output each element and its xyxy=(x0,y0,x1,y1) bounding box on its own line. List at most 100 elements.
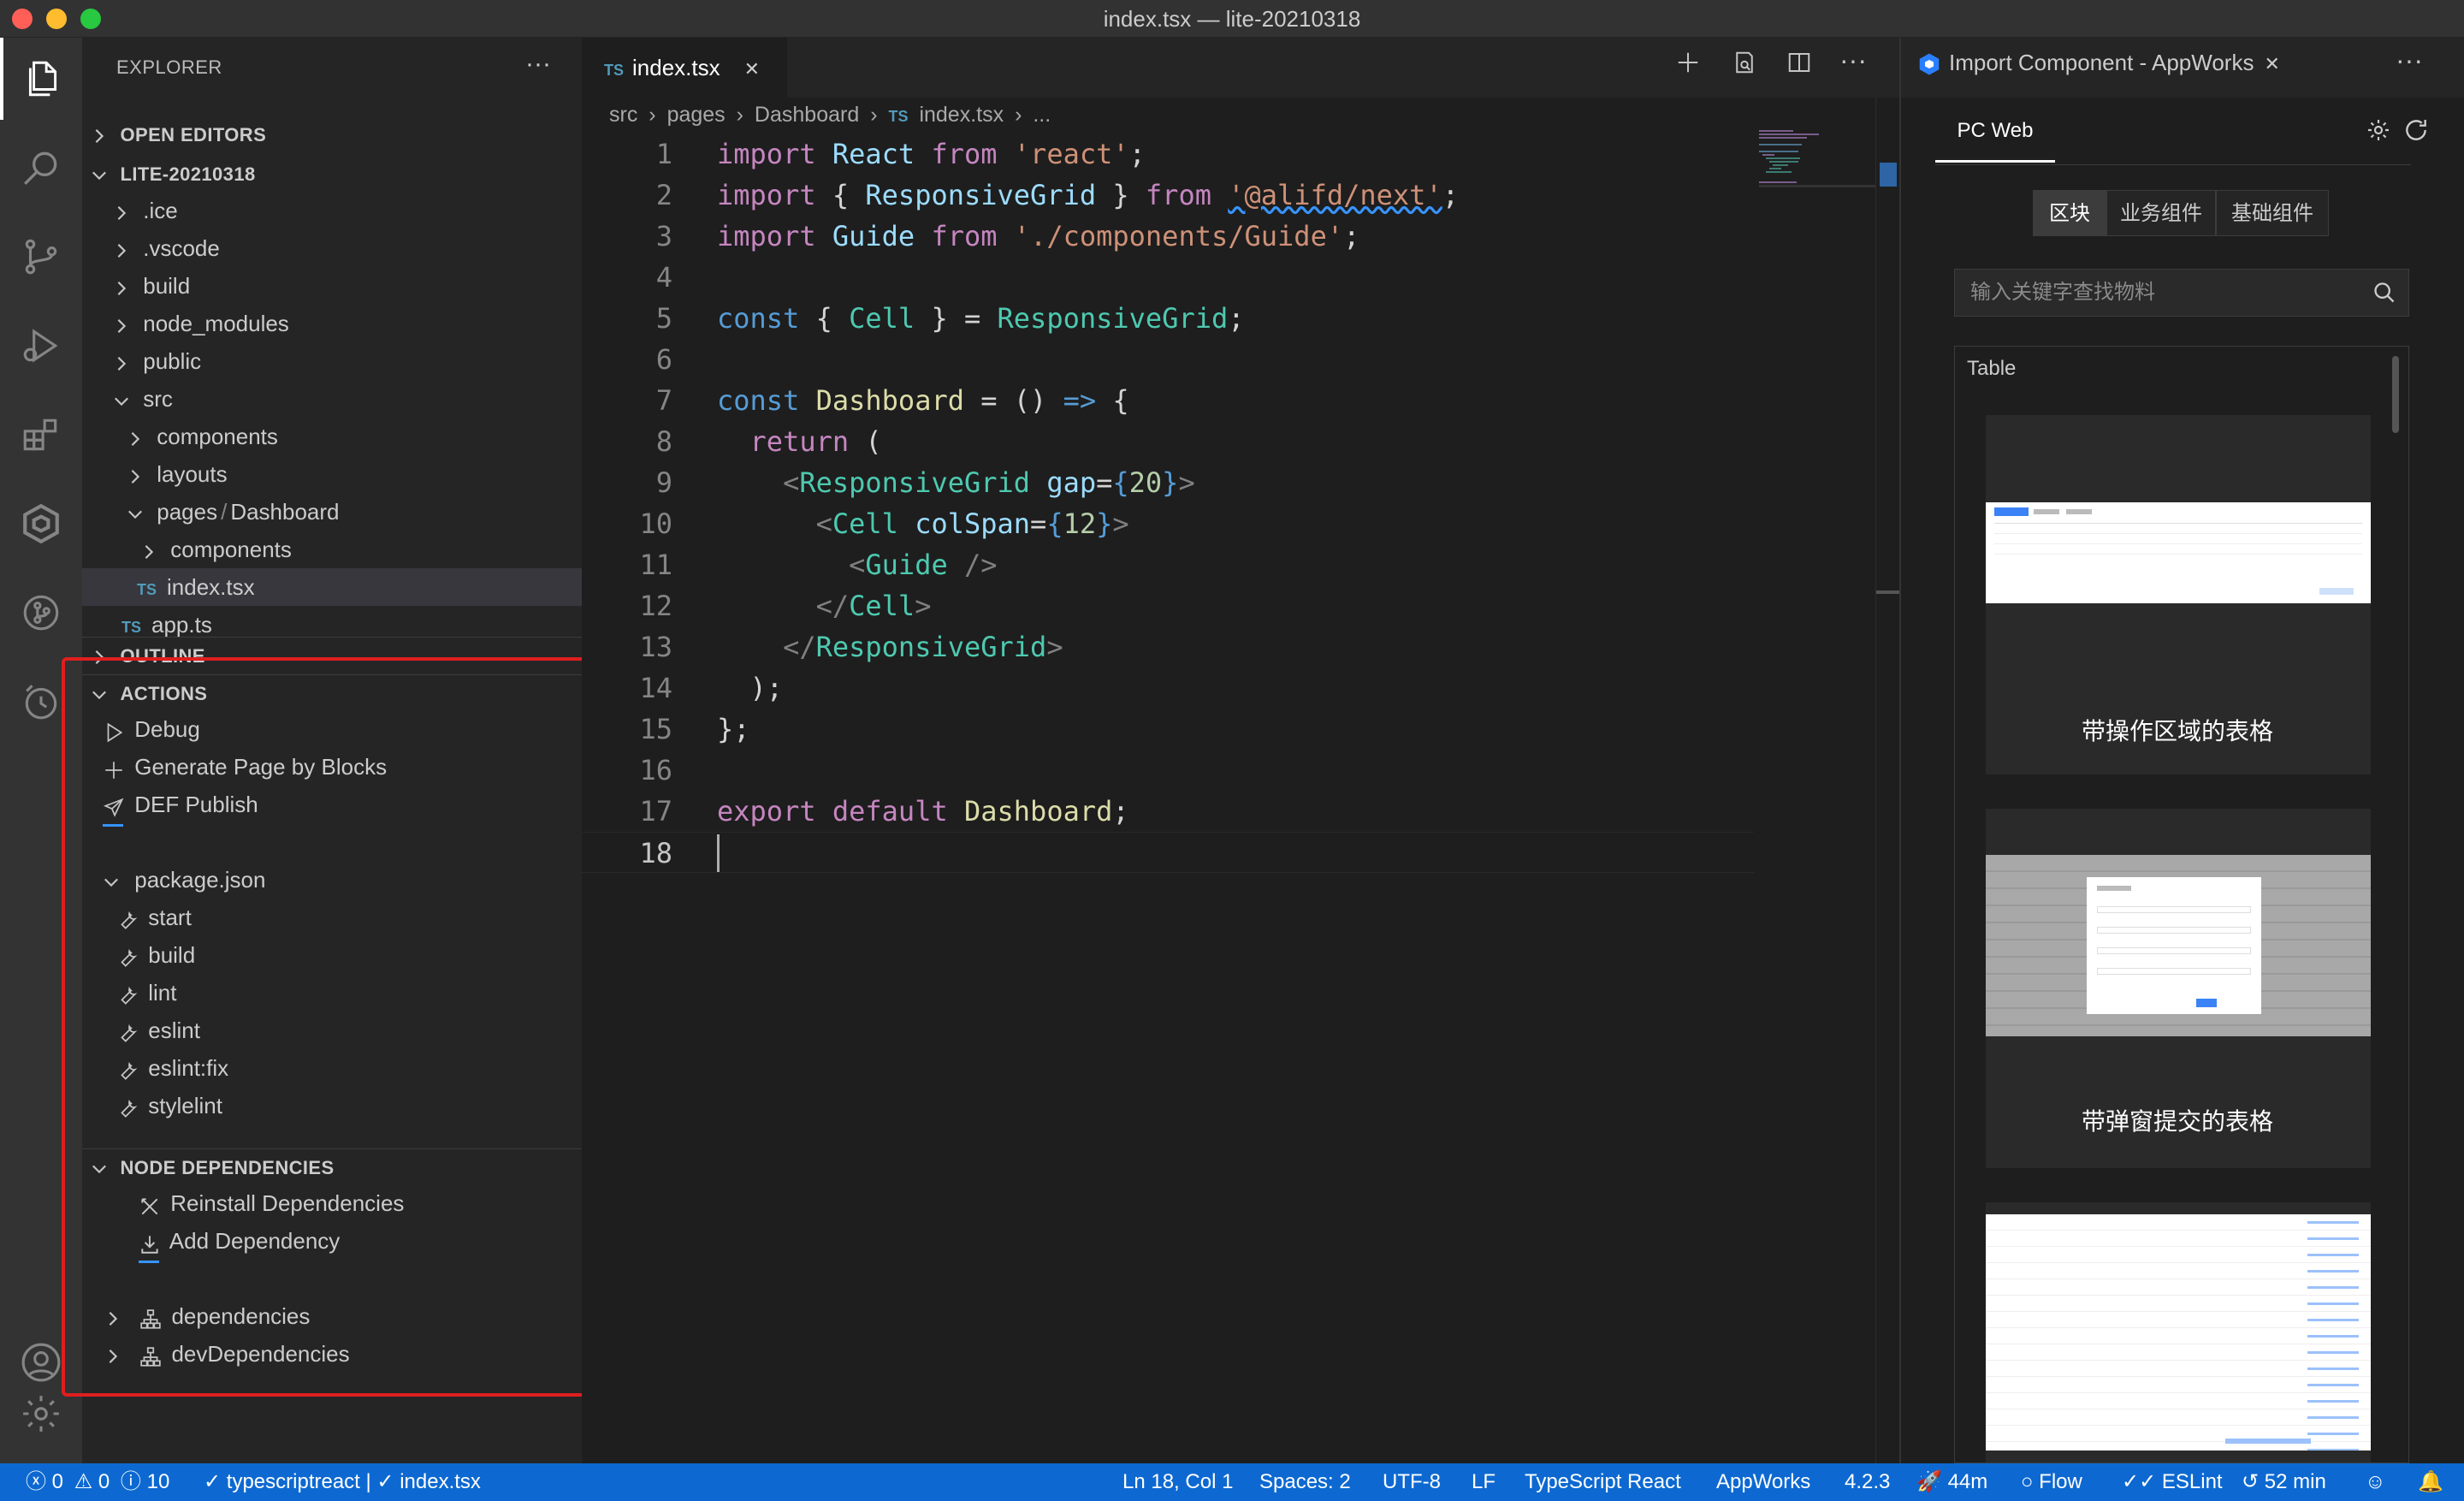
timer-status[interactable]: ↺ 52 min xyxy=(2242,1463,2326,1501)
typescript-file-icon: TS xyxy=(604,62,625,79)
warning-icon: ⚠ xyxy=(74,1470,93,1493)
tab-pc-web[interactable]: PC Web xyxy=(1935,99,2055,163)
panel-more-icon[interactable]: ··· xyxy=(2396,44,2423,76)
tab-index-tsx[interactable]: TS index.tsx ✕ xyxy=(582,38,787,98)
segment-blocks[interactable]: 区块 xyxy=(2033,190,2106,236)
editor-vertical-scrollbar[interactable] xyxy=(1875,98,1900,1463)
tree-folder-build[interactable]: build xyxy=(82,267,582,305)
feedback-icon[interactable]: ☺ xyxy=(2365,1463,2386,1501)
breadcrumb-more[interactable]: ... xyxy=(1033,103,1051,127)
tree-folder-dashboard-components[interactable]: components xyxy=(82,531,582,568)
new-file-icon[interactable] xyxy=(1675,50,1701,82)
encoding[interactable]: UTF-8 xyxy=(1383,1463,1441,1501)
tree-folder-public[interactable]: public xyxy=(82,342,582,380)
code-line-3: 3 import Guide from './components/Guide'; xyxy=(655,220,1360,252)
panel-tab-import-component[interactable]: Import Component - AppWorks ✕ xyxy=(1916,50,2280,77)
more-actions-icon[interactable]: ··· xyxy=(1839,44,1867,76)
indentation[interactable]: Spaces: 2 xyxy=(1259,1463,1351,1501)
material-category-title: Table xyxy=(1967,357,2017,380)
open-editors-section[interactable]: OPEN EDITORS xyxy=(82,116,582,154)
material-search-input[interactable] xyxy=(1955,270,2366,316)
appworks-logo-icon xyxy=(1919,53,1940,75)
breadcrumb-dashboard[interactable]: Dashboard xyxy=(755,103,859,127)
rocket-status[interactable]: 🚀 44m xyxy=(1916,1463,1987,1501)
material-list: Table 带操作区域的表格 带弹窗提交的表格 xyxy=(1954,346,2409,1463)
chevron-right-icon xyxy=(113,306,130,344)
rocket-icon: 🚀 xyxy=(1916,1470,1942,1493)
search-icon[interactable] xyxy=(2372,281,2396,305)
panel-divider xyxy=(1935,164,2411,165)
segment-base-components[interactable]: 基础组件 xyxy=(2216,190,2329,236)
check-icon: ✓ xyxy=(376,1470,394,1493)
breadcrumb-pages[interactable]: pages xyxy=(667,103,726,127)
breadcrumb-src[interactable]: src xyxy=(609,103,637,127)
breadcrumb-file[interactable]: index.tsx xyxy=(919,103,1004,127)
chevron-right-icon xyxy=(113,344,130,382)
appworks-version[interactable]: 4.2.3 xyxy=(1845,1463,1890,1501)
check-icon: ✓ xyxy=(204,1470,222,1493)
eslint-status[interactable]: ✓✓ ESLint xyxy=(2122,1463,2223,1501)
problems-indicator[interactable]: ⓧ 0 ⚠ 0 ⓘ 10 xyxy=(26,1463,169,1501)
block-thumbnail-modal-table xyxy=(1986,855,2371,1036)
minimap[interactable] xyxy=(1759,128,1879,205)
code-line-4: 4 xyxy=(655,261,672,294)
language-mode[interactable]: TypeScript React xyxy=(1525,1463,1681,1501)
block-card-label: 带弹窗提交的表格 xyxy=(2081,1108,2273,1135)
code-line-7: 7 const Dashboard = () => { xyxy=(655,384,1129,417)
code-line-12: 12 </Cell> xyxy=(639,590,932,622)
window-title: index.tsx — lite-20210318 xyxy=(1103,6,1361,32)
close-tab-icon[interactable]: ✕ xyxy=(2264,53,2279,74)
git-graph-icon[interactable] xyxy=(0,572,82,654)
appworks-status[interactable]: AppWorks xyxy=(1716,1463,1810,1501)
extensions-icon[interactable] xyxy=(0,394,82,476)
tree-folder-layouts[interactable]: layouts xyxy=(82,455,582,493)
chevron-right-icon xyxy=(113,269,130,306)
tree-folder-vscode[interactable]: .vscode xyxy=(82,229,582,267)
tree-folder-pages-dashboard[interactable]: pages / Dashboard xyxy=(82,493,582,531)
code-line-18: 18 xyxy=(582,832,1754,873)
code-line-15: 15}; xyxy=(639,713,750,745)
tree-folder-ice[interactable]: .ice xyxy=(82,192,582,229)
breadcrumb: src › pages › Dashboard › TS index.tsx ›… xyxy=(609,103,1051,133)
refresh-icon[interactable] xyxy=(2402,116,2430,148)
chevron-right-icon: › xyxy=(649,103,656,127)
block-thumbnail-action-table xyxy=(1986,502,2371,603)
code-line-11: 11 <Guide /> xyxy=(639,549,998,581)
status-bar: ⓧ 0 ⚠ 0 ⓘ 10 ✓ typescriptreact | ✓ index… xyxy=(0,1463,2464,1501)
settings-gear-icon[interactable] xyxy=(2365,116,2392,148)
tree-file-index-tsx[interactable]: TS index.tsx xyxy=(82,568,582,606)
source-control-icon[interactable] xyxy=(0,216,82,298)
open-preview-icon[interactable] xyxy=(1732,50,1757,82)
tree-folder-node-modules[interactable]: node_modules xyxy=(82,305,582,342)
close-tab-icon[interactable]: ✕ xyxy=(744,58,760,80)
code-line-2: 2 import { ResponsiveGrid } from '@alifd/… xyxy=(655,179,1459,211)
chevron-right-icon xyxy=(127,419,144,457)
typescript-file-icon: TS xyxy=(137,581,157,598)
search-icon[interactable] xyxy=(0,127,82,209)
end-of-line[interactable]: LF xyxy=(1472,1463,1496,1501)
more-actions-icon[interactable]: ··· xyxy=(525,50,551,79)
block-thumbnail-table xyxy=(1986,1214,2371,1451)
panel-scrollbar[interactable] xyxy=(2392,356,2399,433)
lint-status[interactable]: ✓ typescriptreact | ✓ index.tsx xyxy=(204,1463,481,1501)
appworks-icon[interactable] xyxy=(0,483,82,565)
code-line-10: 10 <Cell colSpan={12}> xyxy=(639,507,1129,540)
cursor-position[interactable]: Ln 18, Col 1 xyxy=(1122,1463,1233,1501)
code-line-13: 13 </ResponsiveGrid> xyxy=(639,631,1063,663)
chevron-right-icon: › xyxy=(1015,103,1022,127)
tree-folder-src[interactable]: src xyxy=(82,380,582,418)
code-line-5: 5 const { Cell } = ResponsiveGrid; xyxy=(655,302,1245,335)
segment-business-components[interactable]: 业务组件 xyxy=(2106,190,2216,236)
project-section[interactable]: LITE-20210318 xyxy=(82,156,582,193)
code-line-6: 6 xyxy=(655,343,672,376)
tree-file-app-ts[interactable]: TS app.ts xyxy=(82,606,582,637)
explorer-icon[interactable] xyxy=(0,38,82,120)
flow-status[interactable]: ○ Flow xyxy=(2021,1463,2082,1501)
error-icon: ⓧ xyxy=(26,1470,46,1493)
sidebar-title: EXPLORER xyxy=(116,56,222,78)
notifications-bell-icon[interactable]: 🔔 xyxy=(2418,1463,2443,1501)
tree-folder-components[interactable]: components xyxy=(82,418,582,455)
run-debug-icon[interactable] xyxy=(0,305,82,387)
split-editor-icon[interactable] xyxy=(1786,50,1812,82)
history-icon: ↺ xyxy=(2242,1470,2260,1493)
